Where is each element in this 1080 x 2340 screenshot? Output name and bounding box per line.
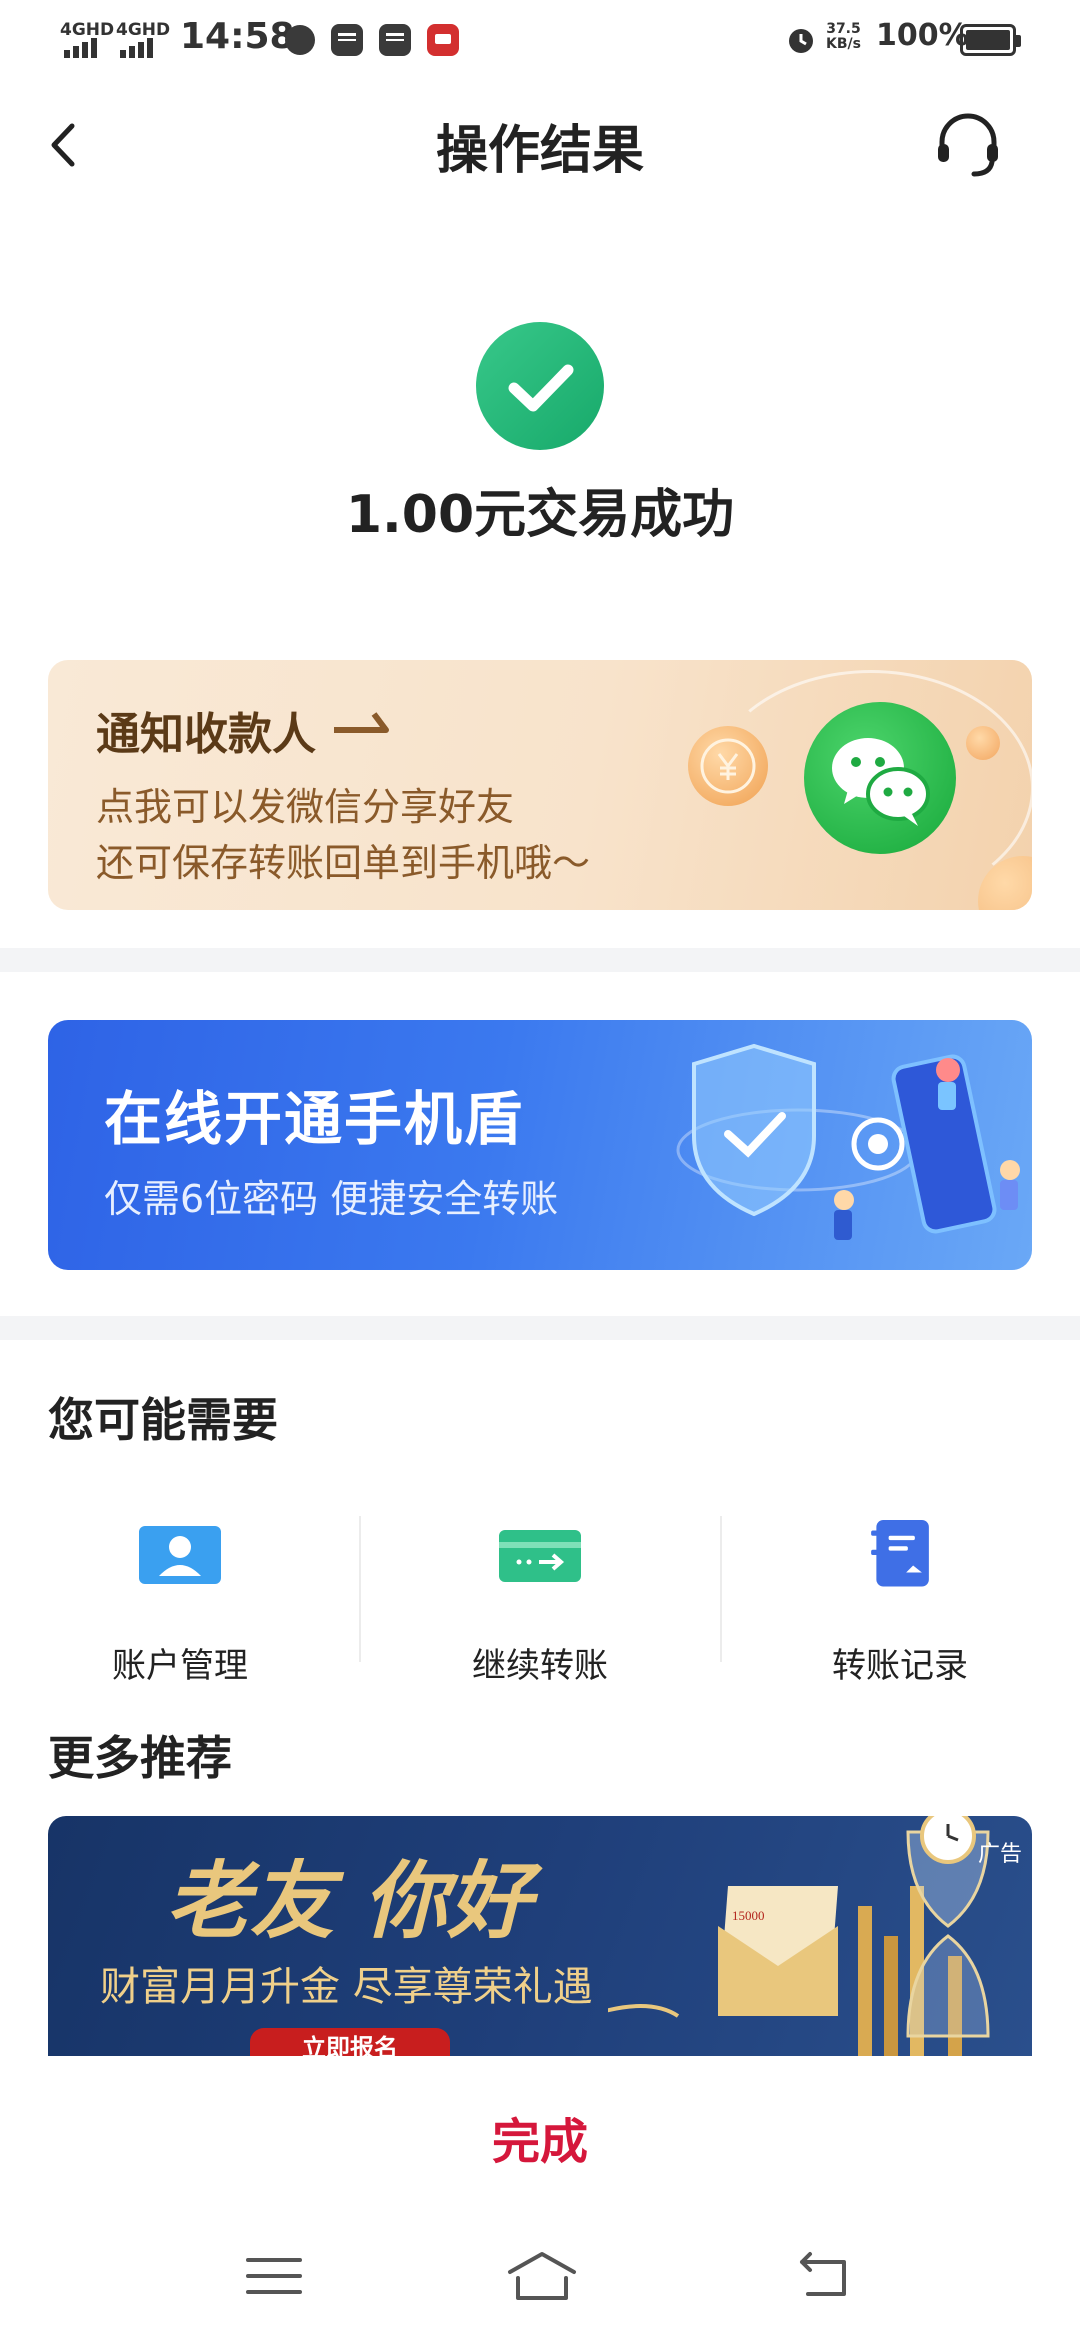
section-divider-2 (0, 1316, 1080, 1340)
shortcut-continue-transfer[interactable]: 继续转账 (390, 1500, 690, 1700)
notify-line-1: 点我可以发微信分享好友 (96, 785, 515, 829)
status-bar: 4GHD 4GHD 14:58 37.5 KB/s 100% (0, 0, 1080, 84)
card-notification-icon (331, 24, 363, 56)
notify-title: 通知收款人 (96, 709, 316, 760)
coin-icon (688, 726, 768, 806)
result-message: 1.00元交易成功 (345, 485, 735, 545)
network-speed: 37.5 KB/s (826, 22, 861, 52)
shield-subtitle: 仅需6位密码 便捷安全转账 (104, 1177, 559, 1221)
arrow-right-icon (334, 712, 389, 733)
notify-line-2: 还可保存转账回单到手机哦～ (96, 841, 591, 885)
shortcut-label: 继续转账 (472, 1646, 608, 1686)
ad-title: 老友 你好 (166, 1851, 532, 1950)
shortcut-divider (720, 1516, 722, 1662)
user-card-icon (139, 1526, 221, 1584)
section-divider (0, 948, 1080, 972)
page-title: 操作结果 (435, 121, 644, 181)
ad-tag: 广告 (978, 1842, 1023, 1867)
headset-icon[interactable] (930, 108, 1006, 184)
shield-title: 在线开通手机盾 (104, 1085, 525, 1153)
transfer-card-icon (499, 1530, 581, 1582)
section-heading-recommend: 您可能需要 (48, 1393, 278, 1447)
message-icon (285, 25, 315, 55)
done-button[interactable]: 完成 (0, 2102, 1080, 2172)
speed-value: 37.5 (826, 21, 861, 37)
ad-subtitle: 财富月月升金 尽享尊荣礼遇 (100, 1964, 593, 2010)
card-notification-2-icon (379, 24, 411, 56)
battery-percent: 100% (876, 18, 969, 53)
check-circle-icon (476, 322, 604, 450)
shortcut-divider (359, 1516, 361, 1662)
notification-icons (285, 22, 459, 58)
hourglass-illustration-icon: 15000 (608, 1816, 990, 2056)
shortcut-account-management[interactable]: 账户管理 (30, 1500, 330, 1700)
shortcut-transfer-records[interactable]: 转账记录 (750, 1500, 1050, 1700)
signal-1-icon (64, 38, 97, 58)
section-heading-more: 更多推荐 (48, 1731, 232, 1785)
signal-2-icon (120, 38, 153, 58)
home-icon[interactable] (506, 2248, 578, 2304)
shield-illustration-icon (676, 1043, 1020, 1240)
speed-unit: KB/s (826, 36, 861, 52)
wechat-icon (804, 702, 956, 854)
network-1-label: 4GHD (60, 20, 115, 40)
network-indicator: 4GHD 4GHD (60, 20, 170, 60)
svg-text:15000: 15000 (732, 1908, 765, 1923)
back-nav-icon[interactable] (794, 2248, 854, 2304)
app-notification-icon (427, 24, 459, 56)
battery-icon (960, 24, 1021, 56)
shortcut-label: 账户管理 (112, 1646, 248, 1686)
record-book-icon (871, 1520, 929, 1587)
ad-signup-button[interactable]: 立即报名 (250, 2028, 450, 2056)
ad-banner[interactable]: 15000 老友 你好 财富月月升金 尽享尊荣礼遇 立即报名 广告 (48, 1816, 1032, 2056)
clock: 14:58 (180, 16, 295, 57)
mobile-shield-banner[interactable]: 在线开通手机盾 仅需6位密码 便捷安全转账 (48, 1020, 1032, 1270)
alarm-icon (789, 29, 813, 53)
coin-small-icon (966, 726, 1000, 760)
menu-icon[interactable] (244, 2248, 304, 2304)
notify-payee-banner[interactable]: 通知收款人 点我可以发微信分享好友 还可保存转账回单到手机哦～ (48, 660, 1032, 910)
shortcut-label: 转账记录 (832, 1646, 968, 1686)
network-2-label: 4GHD (116, 20, 171, 40)
